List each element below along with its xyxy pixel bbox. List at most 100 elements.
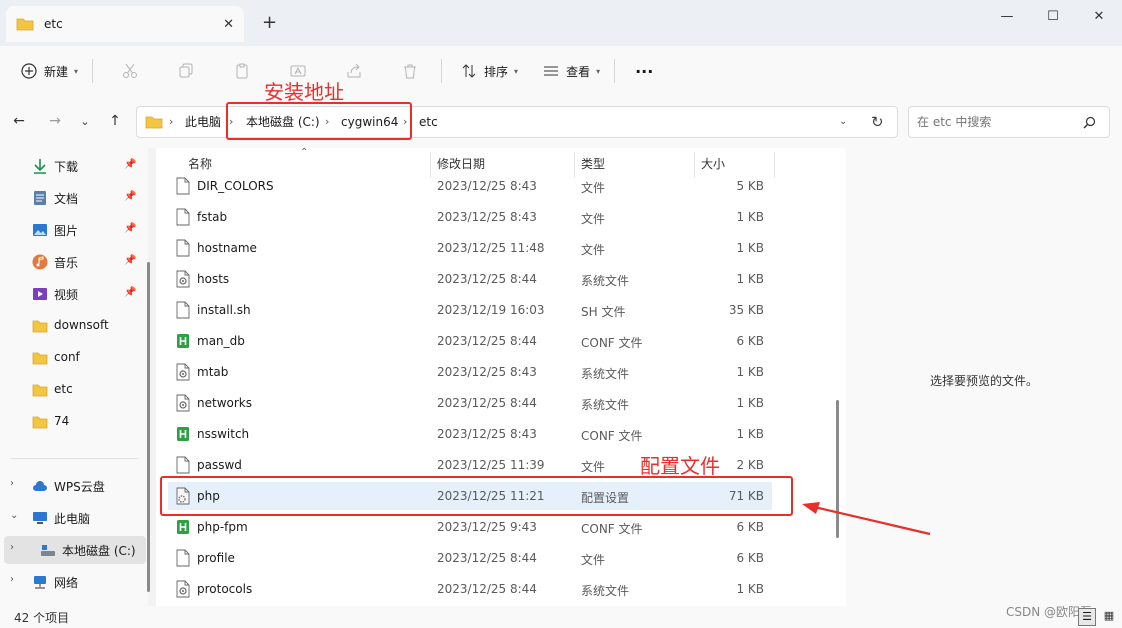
- file-row-fstab[interactable]: fstab 2023/12/25 8:43 文件 1 KB: [168, 203, 772, 231]
- pin-icon[interactable]: 📌: [124, 255, 136, 266]
- sidebar-item-music[interactable]: 音乐 📌: [0, 248, 142, 276]
- chevron-down-icon[interactable]: ⌄: [10, 510, 18, 521]
- file-row-networks[interactable]: networks 2023/12/25 8:44 系统文件 1 KB: [168, 389, 772, 417]
- close-window-button[interactable]: ✕: [1076, 4, 1122, 28]
- sidebar-item-this-pc[interactable]: ⌄ 此电脑: [0, 504, 142, 532]
- pictures-icon: [33, 224, 47, 236]
- minimize-button[interactable]: —: [984, 4, 1030, 28]
- file-icon: [176, 239, 190, 257]
- column-divider[interactable]: [774, 152, 775, 178]
- search-box[interactable]: [908, 106, 1110, 138]
- file-row-install-sh[interactable]: install.sh 2023/12/19 16:03 SH 文件 35 KB: [168, 296, 772, 324]
- close-tab-icon[interactable]: ✕: [223, 17, 234, 32]
- address-history-chevron-icon[interactable]: ⌄: [839, 107, 847, 137]
- new-button[interactable]: 新建 ▾: [12, 55, 86, 87]
- delete-button[interactable]: [393, 55, 427, 87]
- file-icon: [176, 177, 190, 195]
- file-row-profile[interactable]: profile 2023/12/25 8:44 文件 6 KB: [168, 544, 772, 572]
- conf-file-icon: [176, 332, 190, 350]
- pin-icon[interactable]: 📌: [124, 159, 136, 170]
- status-bar: 42 个项目: [0, 606, 1122, 628]
- file-row-hosts[interactable]: hosts 2023/12/25 8:44 系统文件 1 KB: [168, 265, 772, 293]
- file-row-nsswitch[interactable]: nsswitch 2023/12/25 8:43 CONF 文件 1 KB: [168, 420, 772, 448]
- refresh-icon[interactable]: ↻: [871, 107, 884, 137]
- file-row-man-db[interactable]: man_db 2023/12/25 8:44 CONF 文件 6 KB: [168, 327, 772, 355]
- folder-icon: [32, 352, 48, 365]
- sidebar-item-label: downsoft: [54, 318, 109, 332]
- sidebar-item-etc[interactable]: etc: [0, 376, 142, 404]
- sidebar-item-videos[interactable]: 视频 📌: [0, 280, 142, 308]
- file-name: mtab: [197, 365, 229, 379]
- new-tab-button[interactable]: +: [262, 12, 277, 33]
- sidebar-item-downloads[interactable]: 下载 📌: [0, 152, 142, 180]
- paste-button[interactable]: [225, 55, 259, 87]
- sort-button[interactable]: 排序 ▾: [452, 55, 526, 87]
- view-button[interactable]: 查看 ▾: [534, 55, 608, 87]
- folder-icon: [32, 416, 48, 429]
- sidebar-item-local-disk-c[interactable]: › 本地磁盘 (C:): [4, 536, 146, 564]
- copy-button[interactable]: [169, 55, 203, 87]
- file-date: 2023/12/25 8:43: [437, 427, 537, 441]
- toolbar-divider: [92, 59, 94, 83]
- pin-icon[interactable]: 📌: [124, 191, 136, 202]
- video-icon: [33, 288, 47, 300]
- sidebar-item-pictures[interactable]: 图片 📌: [0, 216, 142, 244]
- file-row-mtab[interactable]: mtab 2023/12/25 8:43 系统文件 1 KB: [168, 358, 772, 386]
- title-bar: etc ✕ + — ☐ ✕: [0, 0, 1122, 46]
- file-name: nsswitch: [197, 427, 250, 441]
- file-row-dir-colors[interactable]: DIR_COLORS 2023/12/25 8:43 文件 5 KB: [168, 172, 772, 200]
- sidebar-scrollbar[interactable]: [147, 262, 150, 592]
- search-input[interactable]: [917, 113, 1077, 131]
- file-date: 2023/12/25 9:43: [437, 520, 537, 534]
- system-file-icon: [176, 363, 190, 381]
- file-type: 文件: [581, 243, 606, 257]
- file-row-php-fpm[interactable]: php-fpm 2023/12/25 9:43 CONF 文件 6 KB: [168, 513, 772, 541]
- file-size: 5 KB: [736, 179, 764, 193]
- file-size: 1 KB: [736, 582, 764, 596]
- back-arrow-icon[interactable]: ←: [8, 110, 30, 132]
- music-icon: [32, 254, 48, 270]
- navigation-pane: 下载 📌 文档 📌 图片 📌 音乐 📌 视频 📌 downsoft conf e…: [0, 148, 148, 606]
- sidebar-item-label: 74: [54, 414, 70, 428]
- file-date: 2023/12/25 8:44: [437, 551, 537, 565]
- forward-arrow-icon[interactable]: →: [44, 110, 66, 132]
- sidebar-item-documents[interactable]: 文档 📌: [0, 184, 142, 212]
- file-date: 2023/12/25 8:43: [437, 210, 537, 224]
- more-options-button[interactable]: ···: [627, 55, 661, 87]
- file-type: CONF 文件: [581, 522, 643, 536]
- file-size: 35 KB: [728, 303, 764, 317]
- file-row-protocols[interactable]: protocols 2023/12/25 8:44 系统文件 1 KB: [168, 575, 772, 603]
- cut-button[interactable]: [113, 55, 147, 87]
- folder-icon: [32, 384, 48, 397]
- annotation-config-label: 配置文件: [640, 454, 720, 478]
- file-name: protocols: [197, 582, 253, 596]
- sidebar-item-conf[interactable]: conf: [0, 344, 142, 372]
- maximize-button[interactable]: ☐: [1030, 4, 1076, 28]
- drive-icon: [41, 545, 55, 556]
- chevron-right-icon[interactable]: ›: [10, 478, 14, 489]
- tab-title: etc: [44, 17, 63, 31]
- file-type: 系统文件: [581, 584, 630, 598]
- sidebar-item-wps-cloud[interactable]: › WPS云盘: [0, 472, 142, 500]
- file-icon: [176, 549, 190, 567]
- file-name: passwd: [197, 458, 242, 472]
- sidebar-item-downsoft[interactable]: downsoft: [0, 312, 142, 340]
- file-list: ⌃ 名称 修改日期 类型 大小 DIR_COLORS 2023/12/25 8:4…: [156, 147, 846, 606]
- chevron-right-icon[interactable]: ›: [10, 574, 14, 585]
- pin-icon[interactable]: 📌: [124, 223, 136, 234]
- network-icon: [34, 576, 46, 589]
- sidebar-item-74[interactable]: 74: [0, 408, 142, 436]
- tab-etc[interactable]: etc ✕: [6, 6, 244, 42]
- tiles-view-icon[interactable]: ▦: [1100, 608, 1118, 626]
- file-name: hosts: [197, 272, 230, 286]
- recent-locations-chevron-icon[interactable]: ⌄: [74, 110, 96, 132]
- up-arrow-icon[interactable]: ↑: [104, 110, 126, 132]
- breadcrumb-this-pc[interactable]: 此电脑: [185, 107, 221, 137]
- file-row-hostname[interactable]: hostname 2023/12/25 11:48 文件 1 KB: [168, 234, 772, 262]
- file-type: SH 文件: [581, 305, 626, 319]
- sidebar-item-network[interactable]: › 网络: [0, 568, 142, 596]
- breadcrumb-etc[interactable]: etc: [419, 107, 438, 137]
- pin-icon[interactable]: 📌: [124, 287, 136, 298]
- details-view-icon[interactable]: ☰: [1078, 608, 1096, 626]
- chevron-right-icon[interactable]: ›: [10, 542, 14, 553]
